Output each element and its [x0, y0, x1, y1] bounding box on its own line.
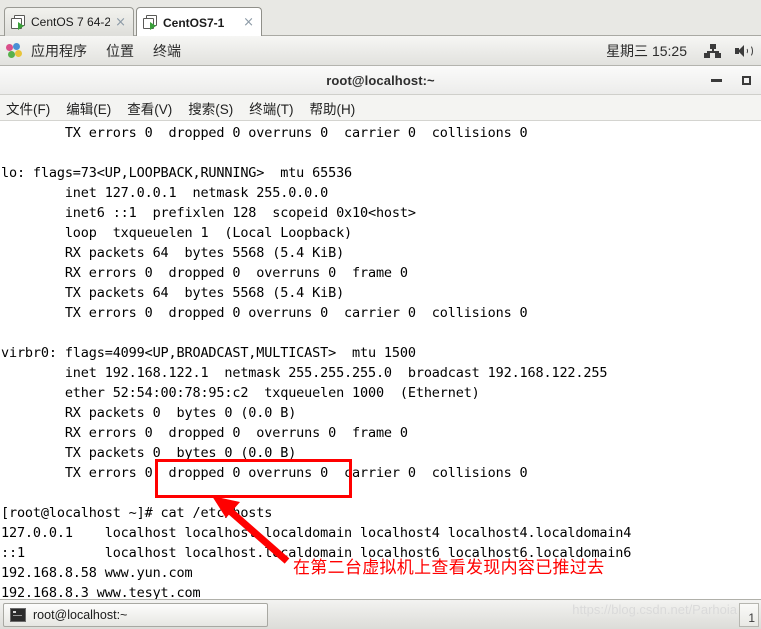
vm-tab-label: CentOS7-1 — [163, 15, 225, 30]
virtual-machine-icon — [11, 14, 26, 30]
volume-icon[interactable] — [735, 44, 753, 58]
menu-terminal[interactable]: 终端 — [153, 41, 181, 61]
close-icon[interactable]: × — [115, 16, 126, 29]
panel-clock[interactable]: 星期三 15:25 — [606, 36, 687, 66]
gnome-top-panel: 应用程序 位置 终端 星期三 15:25 — [0, 36, 761, 66]
terminal-output-text: TX errors 0 dropped 0 overruns 0 carrier… — [1, 125, 632, 599]
minimize-icon[interactable] — [711, 79, 722, 82]
vmware-tab-strip: CentOS 7 64-2 × CentOS7-1 × — [0, 0, 761, 37]
bottom-taskbar: root@localhost:~ https://blog.csdn.net/P… — [0, 599, 761, 629]
workspace-number: 1 — [748, 611, 755, 625]
maximize-icon[interactable] — [742, 76, 751, 85]
terminal-window: root@localhost:~ 文件(F) 编辑(E) 查看(V) 搜索(S)… — [0, 66, 761, 599]
virtual-machine-icon — [143, 15, 158, 30]
screen: CentOS 7 64-2 × CentOS7-1 × 应用程序 位置 终端 星… — [0, 0, 761, 629]
menu-terminal[interactable]: 终端(T) — [249, 98, 293, 118]
watermark-text: https://blog.csdn.net/Parhoia — [572, 602, 737, 617]
vm-tab-label: CentOS 7 64-2 — [31, 15, 111, 29]
workspace-switcher[interactable]: 1 — [739, 603, 759, 627]
menu-help[interactable]: 帮助(H) — [310, 98, 356, 118]
taskbar-window-button[interactable]: root@localhost:~ — [3, 602, 268, 627]
vm-tab-centos7-64-2[interactable]: CentOS 7 64-2 × — [4, 7, 134, 36]
menu-applications[interactable]: 应用程序 — [31, 41, 87, 61]
menu-edit[interactable]: 编辑(E) — [66, 98, 111, 118]
terminal-output-area[interactable]: TX errors 0 dropped 0 overruns 0 carrier… — [0, 121, 761, 599]
menu-places[interactable]: 位置 — [106, 41, 134, 61]
panel-tray — [704, 36, 753, 66]
terminal-icon — [10, 607, 26, 622]
taskbar-window-label: root@localhost:~ — [33, 607, 128, 622]
menu-file[interactable]: 文件(F) — [6, 98, 50, 118]
vm-tab-centos7-1[interactable]: CentOS7-1 × — [136, 7, 262, 37]
terminal-titlebar: root@localhost:~ — [0, 66, 761, 95]
menu-view[interactable]: 查看(V) — [127, 98, 172, 118]
terminal-menubar: 文件(F) 编辑(E) 查看(V) 搜索(S) 终端(T) 帮助(H) — [0, 95, 761, 121]
menu-search[interactable]: 搜索(S) — [188, 98, 233, 118]
close-icon[interactable]: × — [243, 16, 254, 29]
terminal-title: root@localhost:~ — [326, 72, 435, 88]
network-icon[interactable] — [704, 44, 721, 58]
window-controls — [711, 66, 751, 95]
annotation-note: 在第二台虚拟机上查看发现内容已推过去 — [293, 558, 605, 578]
applications-icon — [6, 42, 22, 59]
